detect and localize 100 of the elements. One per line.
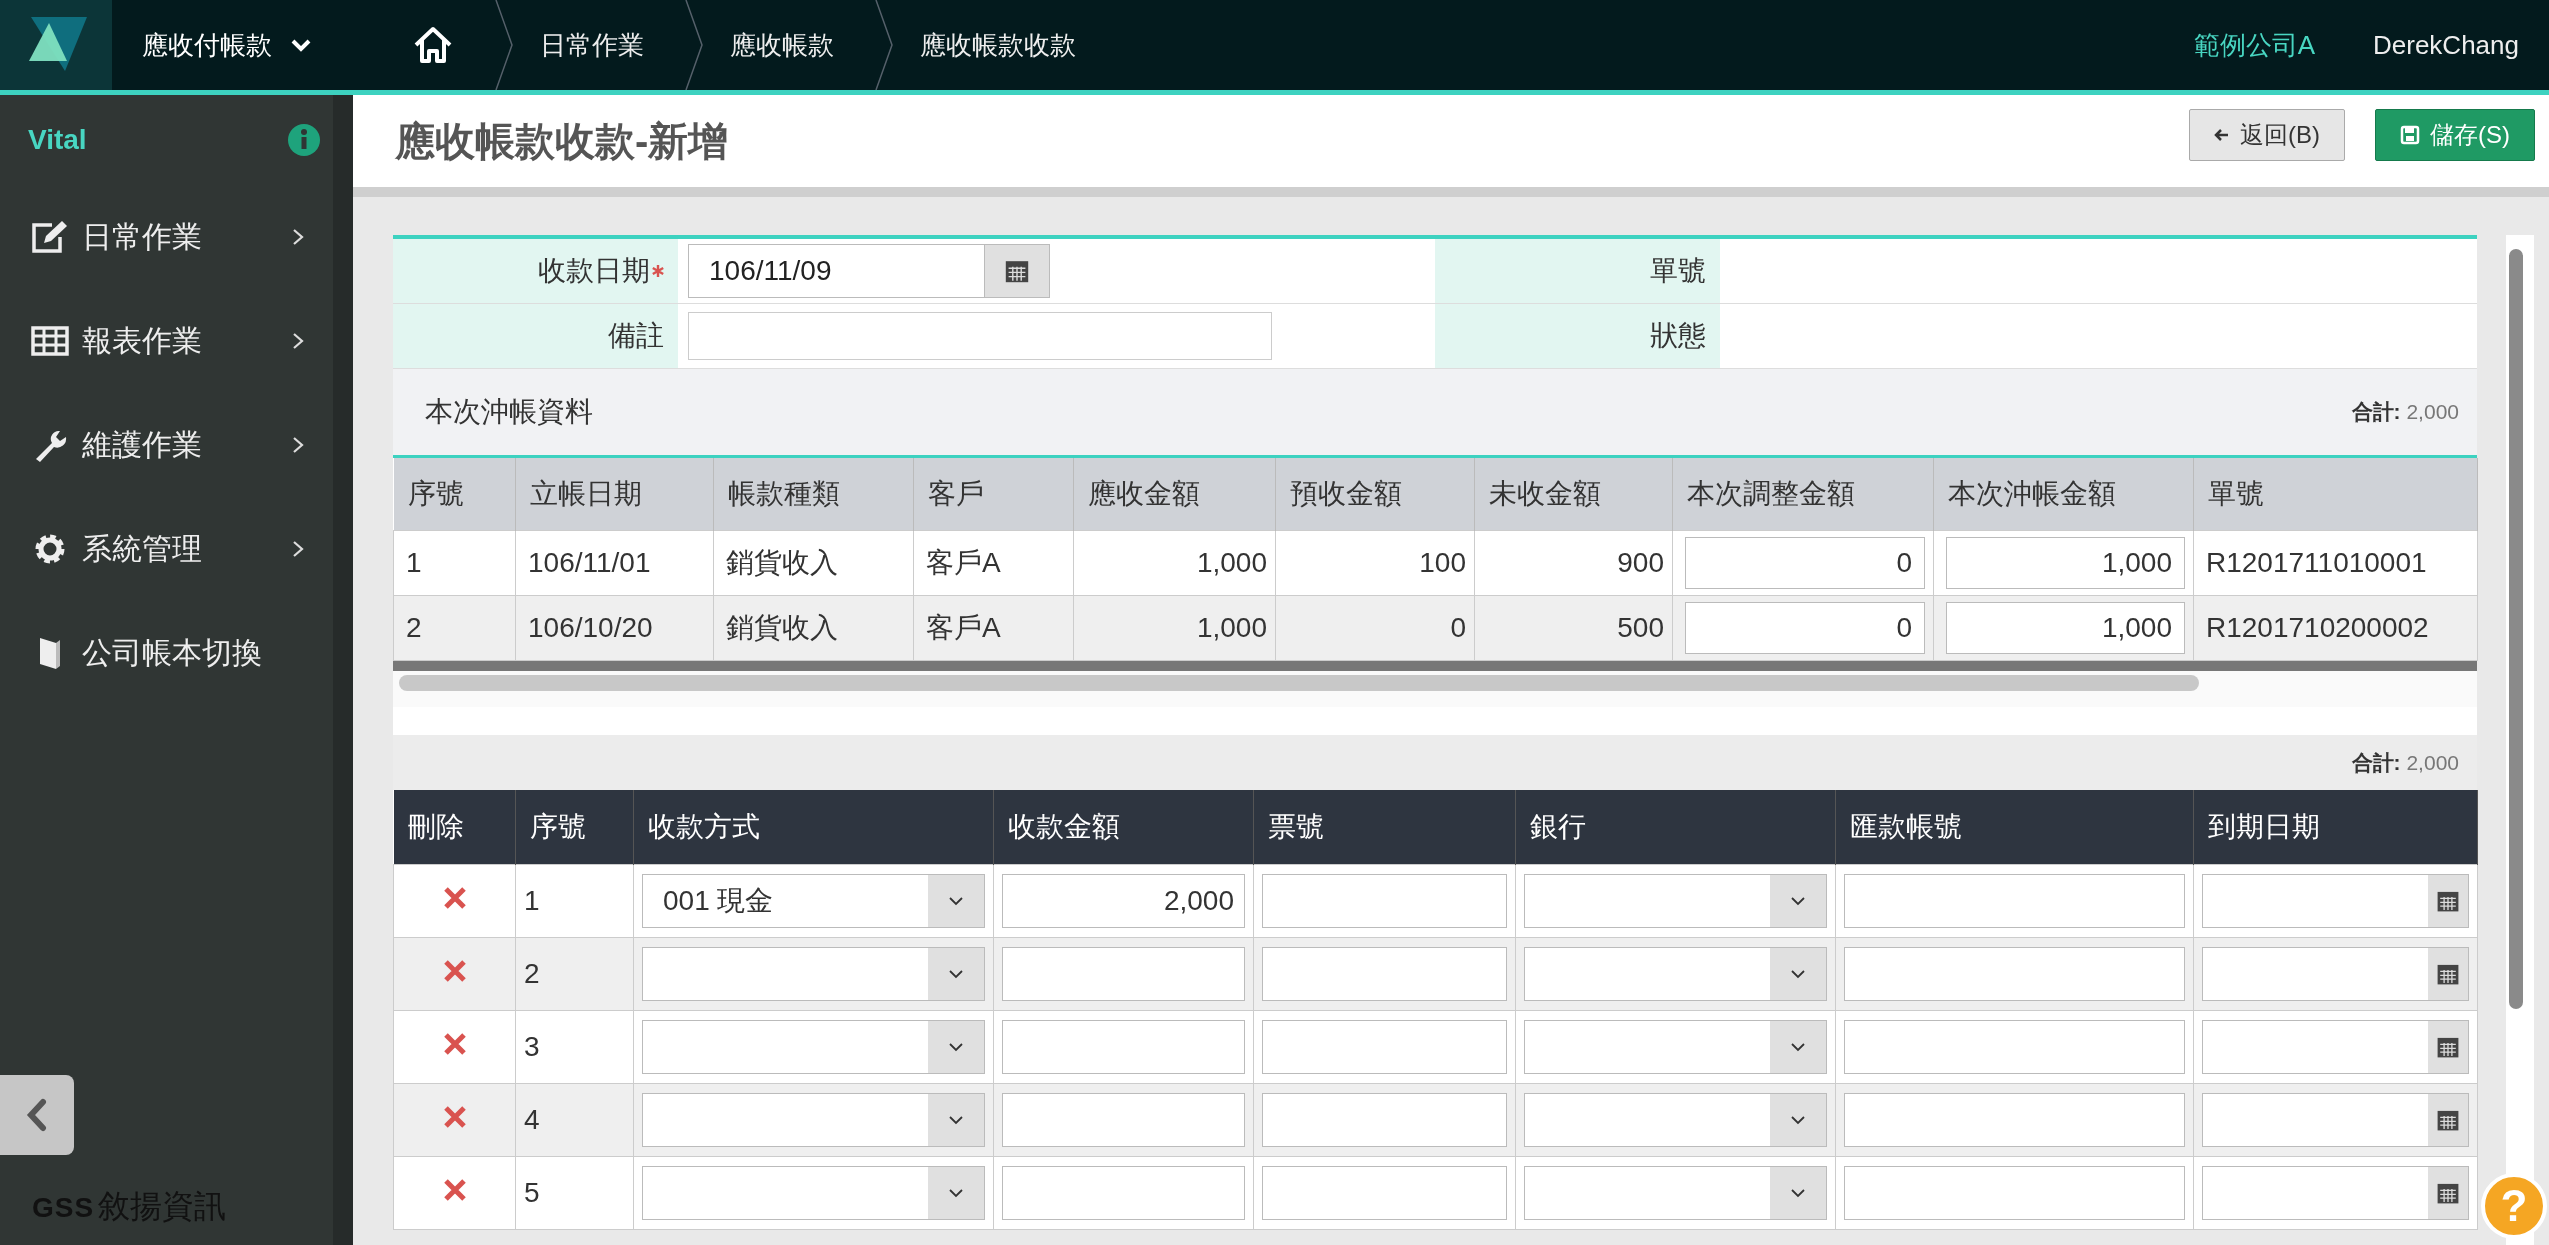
column-header: 本次沖帳金額 (1933, 458, 2194, 531)
account-number-field[interactable] (1844, 1093, 2185, 1147)
required-mark-icon (652, 265, 664, 277)
due-date-field[interactable] (2202, 1020, 2469, 1074)
amount-field[interactable] (1002, 1020, 1245, 1074)
column-header: 刪除 (393, 790, 516, 865)
form-label: 備註 (608, 319, 664, 353)
delete-icon[interactable] (442, 1105, 467, 1129)
due-date-field[interactable] (2202, 1093, 2469, 1147)
method-select[interactable]: 001 現金 (642, 874, 985, 928)
column-header: 本次調整金額 (1672, 458, 1934, 531)
date-field[interactable]: 106/11/09 (688, 244, 1050, 298)
cheque-number-field[interactable] (1262, 874, 1507, 928)
chevron-down-icon (948, 1042, 964, 1052)
bank-select[interactable] (1524, 1020, 1827, 1074)
amount-field[interactable] (1002, 1093, 1245, 1147)
table-cell: 106/10/20 (528, 612, 653, 643)
amount-field[interactable] (1002, 1166, 1245, 1220)
table-cell: 500 (1617, 612, 1664, 643)
due-date-field[interactable] (2202, 1166, 2469, 1220)
delete-icon[interactable] (442, 1032, 467, 1056)
form-label: 收款日期 (538, 254, 650, 288)
bank-select[interactable] (1524, 1166, 1827, 1220)
home-icon[interactable] (412, 25, 454, 65)
form-label: 單號 (1650, 254, 1706, 288)
breadcrumb-link[interactable]: 日常作業 (514, 27, 684, 63)
chevron-down-icon (1790, 969, 1806, 979)
breadcrumb-link[interactable]: 應收帳款 (704, 27, 874, 63)
amount-field[interactable] (1002, 947, 1245, 1001)
bank-select[interactable] (1524, 1093, 1827, 1147)
column-header: 應收金額 (1073, 458, 1276, 531)
method-select[interactable] (642, 1093, 985, 1147)
column-header: 匯款帳號 (1835, 790, 2194, 865)
table-cell: 1 (406, 547, 422, 578)
method-select[interactable] (642, 947, 985, 1001)
form-label: 狀態 (1650, 319, 1706, 353)
amount-field[interactable]: 1,000 (1946, 602, 2185, 654)
delete-icon[interactable] (442, 886, 467, 910)
account-number-field[interactable] (1844, 947, 2185, 1001)
scrollbar-thumb[interactable] (399, 675, 2199, 691)
scrollbar-thumb[interactable] (2509, 249, 2523, 1009)
sidebar-item[interactable]: 報表作業 (0, 289, 333, 393)
due-date-field[interactable] (2202, 874, 2469, 928)
chevron-down-icon (948, 1115, 964, 1125)
table-cell: R1201711010001 (2206, 547, 2427, 578)
sidebar-item[interactable]: 維護作業 (0, 393, 333, 497)
column-header: 預收金額 (1275, 458, 1475, 531)
remark-field[interactable] (688, 312, 1272, 360)
cheque-number-field[interactable] (1262, 947, 1507, 1001)
method-select[interactable] (642, 1020, 985, 1074)
cheque-number-field[interactable] (1262, 1166, 1507, 1220)
table-cell: 3 (524, 1031, 540, 1062)
info-icon[interactable] (287, 123, 321, 157)
amount-field[interactable]: 1,000 (1946, 537, 2185, 589)
bank-select[interactable] (1524, 874, 1827, 928)
total-text: 合計: 2,000 (2351, 749, 2459, 776)
amount-field[interactable]: 0 (1685, 602, 1925, 654)
column-header: 票號 (1253, 790, 1516, 865)
table-cell: 1,000 (1196, 612, 1267, 643)
cheque-number-field[interactable] (1262, 1020, 1507, 1074)
amount-field[interactable]: 0 (1685, 537, 1925, 589)
chevron-down-icon (1790, 1042, 1806, 1052)
company-link[interactable]: 範例公司A (2193, 27, 2315, 63)
bank-select[interactable] (1524, 947, 1827, 1001)
table-cell: 1,000 (1196, 547, 1267, 578)
sidebar-item[interactable]: 公司帳本切換 (0, 601, 333, 705)
chevron-down-icon (948, 969, 964, 979)
account-number-field[interactable] (1844, 874, 2185, 928)
collapse-button[interactable] (0, 1075, 74, 1155)
due-date-field[interactable] (2202, 947, 2469, 1001)
table-cell: 106/11/01 (528, 547, 651, 578)
breadcrumb-link[interactable]: 應收帳款收款 (894, 27, 1116, 63)
column-header: 單號 (2193, 458, 2478, 531)
sidebar-item[interactable]: 日常作業 (0, 185, 333, 289)
column-header: 銀行 (1515, 790, 1836, 865)
column-header: 收款金額 (993, 790, 1254, 865)
chevron-right-icon (291, 227, 305, 247)
amount-field[interactable]: 2,000 (1002, 874, 1245, 928)
cheque-number-field[interactable] (1262, 1093, 1507, 1147)
account-number-field[interactable] (1844, 1166, 2185, 1220)
logo-icon[interactable] (0, 0, 112, 90)
user-link[interactable]: DerekChang (2373, 29, 2519, 61)
back-button[interactable]: 返回(B) (2189, 109, 2345, 161)
table-cell: R1201710200002 (2206, 612, 2429, 643)
section-title: 本次沖帳資料 (425, 395, 593, 429)
account-number-field[interactable] (1844, 1020, 2185, 1074)
table-cell: 1 (524, 885, 540, 916)
sidebar-item[interactable]: 系統管理 (0, 497, 333, 601)
chevron-down-icon (1790, 1115, 1806, 1125)
chevron-left-icon (25, 1098, 49, 1132)
chevron-down-icon (948, 1188, 964, 1198)
method-select[interactable] (642, 1166, 985, 1220)
delete-icon[interactable] (442, 959, 467, 983)
chevron-right-icon (291, 331, 305, 351)
module-dropdown[interactable]: 應收付帳款 (112, 27, 372, 63)
save-button[interactable]: 儲存(S) (2375, 109, 2535, 161)
chevron-right-icon (291, 539, 305, 559)
delete-icon[interactable] (442, 1178, 467, 1202)
column-header: 序號 (393, 458, 516, 531)
chevron-down-icon (948, 896, 964, 906)
